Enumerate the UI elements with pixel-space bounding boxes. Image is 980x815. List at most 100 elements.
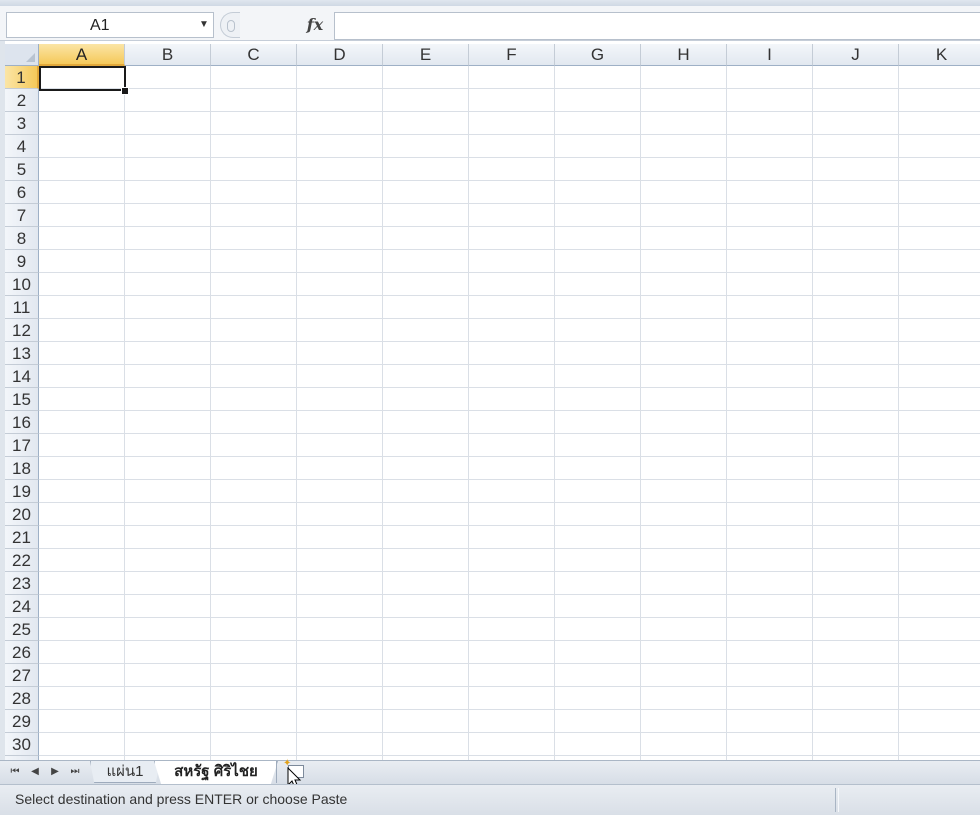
row-gridline <box>39 663 980 664</box>
row-header-5[interactable]: 5 <box>5 158 39 181</box>
row-gridline <box>39 594 980 595</box>
row-gridline <box>39 203 980 204</box>
sheet-tab-bar: ⏮ ◀ ▶ ⏭ แผ่น1 สหรัฐ ศิริไชย <box>0 758 980 789</box>
column-header-g[interactable]: G <box>555 44 641 66</box>
fill-handle[interactable] <box>121 87 129 95</box>
row-header-23[interactable]: 23 <box>5 572 39 595</box>
row-header-2[interactable]: 2 <box>5 89 39 112</box>
row-gridline <box>39 387 980 388</box>
column-header-a[interactable]: A <box>39 44 125 66</box>
row-header-6[interactable]: 6 <box>5 181 39 204</box>
next-sheet-icon[interactable]: ▶ <box>48 764 62 780</box>
active-cell-a1[interactable] <box>39 66 126 91</box>
row-header-30[interactable]: 30 <box>5 733 39 756</box>
name-box-value: A1 <box>90 17 110 34</box>
row-header-10[interactable]: 10 <box>5 273 39 296</box>
row-header-18[interactable]: 18 <box>5 457 39 480</box>
row-header-13[interactable]: 13 <box>5 342 39 365</box>
formula-bar: A1 ▼ fx <box>0 6 980 41</box>
sheet-tab-1[interactable]: แผ่น1 <box>90 761 160 783</box>
row-header-20[interactable]: 20 <box>5 503 39 526</box>
row-gridline <box>39 157 980 158</box>
row-header-1[interactable]: 1 <box>5 66 39 89</box>
row-gridline <box>39 479 980 480</box>
column-gridline <box>898 66 899 760</box>
row-header-8[interactable]: 8 <box>5 227 39 250</box>
row-header-12[interactable]: 12 <box>5 319 39 342</box>
column-gridline <box>382 66 383 760</box>
row-gridline <box>39 571 980 572</box>
row-gridline <box>39 525 980 526</box>
row-header-4[interactable]: 4 <box>5 135 39 158</box>
row-header-21[interactable]: 21 <box>5 526 39 549</box>
sheet-tab-2[interactable]: สหรัฐ ศิริไชย <box>154 761 278 785</box>
column-header-k[interactable]: K <box>899 44 980 66</box>
last-sheet-icon[interactable]: ⏭ <box>68 764 82 780</box>
row-header-16[interactable]: 16 <box>5 411 39 434</box>
row-header-26[interactable]: 26 <box>5 641 39 664</box>
column-header-d[interactable]: D <box>297 44 383 66</box>
row-header-9[interactable]: 9 <box>5 250 39 273</box>
row-gridline <box>39 502 980 503</box>
row-gridline <box>39 318 980 319</box>
row-gridline <box>39 640 980 641</box>
column-header-c[interactable]: C <box>211 44 297 66</box>
row-gridline <box>39 364 980 365</box>
column-header-h[interactable]: H <box>641 44 727 66</box>
row-gridline <box>39 134 980 135</box>
column-header-i[interactable]: I <box>727 44 813 66</box>
row-gridline <box>39 709 980 710</box>
status-bar: Select destination and press ENTER or ch… <box>0 784 980 815</box>
row-header-29[interactable]: 29 <box>5 710 39 733</box>
formula-bar-resize-handle[interactable] <box>220 12 240 38</box>
row-gridline <box>39 226 980 227</box>
row-header-19[interactable]: 19 <box>5 480 39 503</box>
select-all-button[interactable] <box>5 44 39 66</box>
name-box[interactable]: A1 ▼ <box>6 12 214 38</box>
row-header-17[interactable]: 17 <box>5 434 39 457</box>
row-header-7[interactable]: 7 <box>5 204 39 227</box>
row-gridline <box>39 686 980 687</box>
column-header-j[interactable]: J <box>813 44 899 66</box>
column-gridline <box>812 66 813 760</box>
column-gridline <box>296 66 297 760</box>
row-header-28[interactable]: 28 <box>5 687 39 710</box>
column-gridline <box>640 66 641 760</box>
row-header-22[interactable]: 22 <box>5 549 39 572</box>
row-header-15[interactable]: 15 <box>5 388 39 411</box>
row-gridline <box>39 456 980 457</box>
row-gridline <box>39 548 980 549</box>
row-gridline <box>39 295 980 296</box>
row-gridline <box>39 180 980 181</box>
column-gridline <box>124 66 125 760</box>
row-header-25[interactable]: 25 <box>5 618 39 641</box>
row-gridline <box>39 410 980 411</box>
row-gridline <box>39 249 980 250</box>
status-message: Select destination and press ENTER or ch… <box>15 791 348 807</box>
chevron-down-icon[interactable]: ▼ <box>197 18 211 32</box>
previous-sheet-icon[interactable]: ◀ <box>28 764 42 780</box>
status-divider <box>835 788 839 812</box>
column-gridline <box>554 66 555 760</box>
row-header-24[interactable]: 24 <box>5 595 39 618</box>
column-gridline <box>210 66 211 760</box>
row-gridline <box>39 88 980 89</box>
row-gridline <box>39 617 980 618</box>
column-header-f[interactable]: F <box>469 44 555 66</box>
first-sheet-icon[interactable]: ⏮ <box>8 764 22 780</box>
column-gridline <box>468 66 469 760</box>
worksheet-grid[interactable]: ABCDEFGHIJK 1 2 3 4 5 6 7 8 9 10 11 12 13 14 15 16 17 18 1… <box>0 41 980 760</box>
column-header-b[interactable]: B <box>125 44 211 66</box>
formula-input[interactable] <box>334 12 980 40</box>
row-gridline <box>39 732 980 733</box>
row-header-14[interactable]: 14 <box>5 365 39 388</box>
row-header-3[interactable]: 3 <box>5 112 39 135</box>
row-gridline <box>39 111 980 112</box>
column-header-e[interactable]: E <box>383 44 469 66</box>
row-header-27[interactable]: 27 <box>5 664 39 687</box>
column-gridline <box>726 66 727 760</box>
row-header-11[interactable]: 11 <box>5 296 39 319</box>
row-gridline <box>39 272 980 273</box>
insert-function-button[interactable]: fx <box>300 13 330 37</box>
row-gridline <box>39 341 980 342</box>
